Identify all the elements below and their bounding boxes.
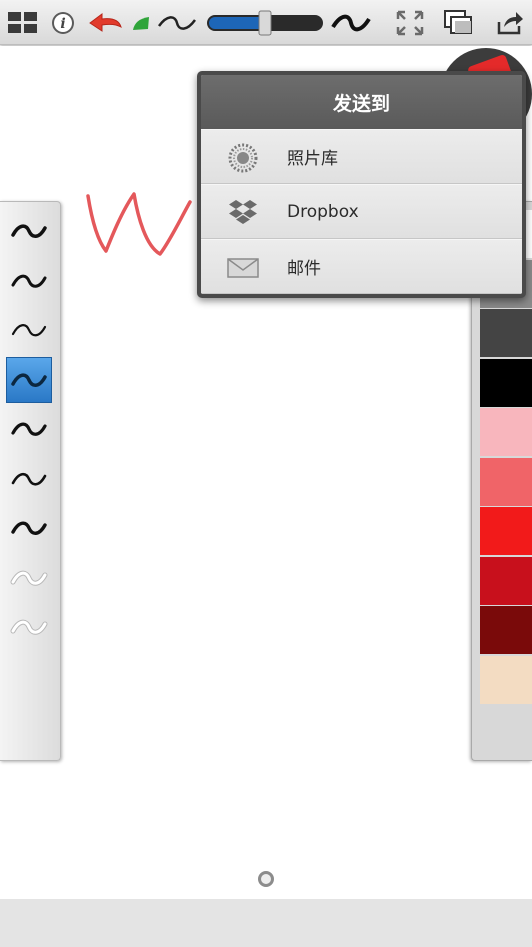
- share-popup: 发送到 照片库 Dropbox 邮件: [197, 71, 526, 298]
- brush-option-9[interactable]: [6, 604, 52, 650]
- color-swatch-7[interactable]: [480, 507, 532, 555]
- svg-text:i: i: [60, 16, 65, 32]
- color-swatch-6[interactable]: [480, 457, 532, 506]
- brush-option-4[interactable]: [6, 356, 52, 403]
- share-icon[interactable]: [492, 0, 528, 45]
- canvas-pin-handle[interactable]: [258, 871, 274, 887]
- grid-icon[interactable]: [4, 0, 42, 45]
- bottom-bar: [0, 899, 532, 947]
- share-item-label: Dropbox: [287, 201, 359, 222]
- share-item-mail[interactable]: 邮件: [201, 239, 522, 294]
- brush-wave-large-icon[interactable]: [330, 0, 372, 45]
- brush-option-7[interactable]: [6, 505, 52, 551]
- share-item-label: 邮件: [287, 259, 321, 279]
- brush-option-3[interactable]: [6, 307, 52, 353]
- brush-option-1[interactable]: [6, 208, 52, 254]
- brush-wave-icon: [11, 324, 47, 337]
- brush-wave-icon: [11, 274, 47, 288]
- brush-wave-icon: [11, 224, 47, 238]
- brush-wave-icon[interactable]: [156, 0, 198, 45]
- color-swatch-4[interactable]: [480, 358, 532, 407]
- brush-wave-icon: [11, 521, 47, 535]
- color-swatch-3[interactable]: [480, 309, 532, 357]
- fullscreen-icon[interactable]: [392, 0, 428, 45]
- brush-option-6[interactable]: [6, 456, 52, 502]
- share-item-label: 照片库: [287, 149, 338, 169]
- brush-wave-icon: [10, 570, 48, 586]
- share-item-dropbox[interactable]: Dropbox: [201, 184, 522, 239]
- brush-option-5[interactable]: [6, 406, 52, 452]
- brush-wave-icon: [11, 373, 47, 387]
- popup-title: 发送到: [201, 75, 522, 129]
- share-item-photo-gallery[interactable]: 照片库: [201, 129, 522, 184]
- dropbox-icon: [225, 198, 261, 228]
- color-swatch-10[interactable]: [480, 655, 532, 704]
- undo-icon[interactable]: [86, 0, 126, 45]
- photo-gallery-icon: [225, 143, 261, 173]
- top-toolbar: i: [0, 0, 532, 45]
- brush-option-8[interactable]: [6, 555, 52, 601]
- color-swatch-9[interactable]: [480, 606, 532, 654]
- layers-icon[interactable]: [440, 0, 478, 45]
- brush-panel: [0, 201, 61, 761]
- info-icon[interactable]: i: [48, 0, 78, 45]
- brush-wave-icon: [10, 619, 48, 635]
- brush-wave-icon: [11, 422, 47, 436]
- brush-wave-icon: [11, 472, 47, 486]
- brush-option-2[interactable]: [6, 258, 52, 304]
- color-swatch-5[interactable]: [480, 408, 532, 456]
- mail-icon: [225, 253, 261, 283]
- color-swatch-8[interactable]: [480, 556, 532, 605]
- brush-stroke-icon[interactable]: [130, 0, 152, 45]
- size-slider[interactable]: [204, 0, 326, 45]
